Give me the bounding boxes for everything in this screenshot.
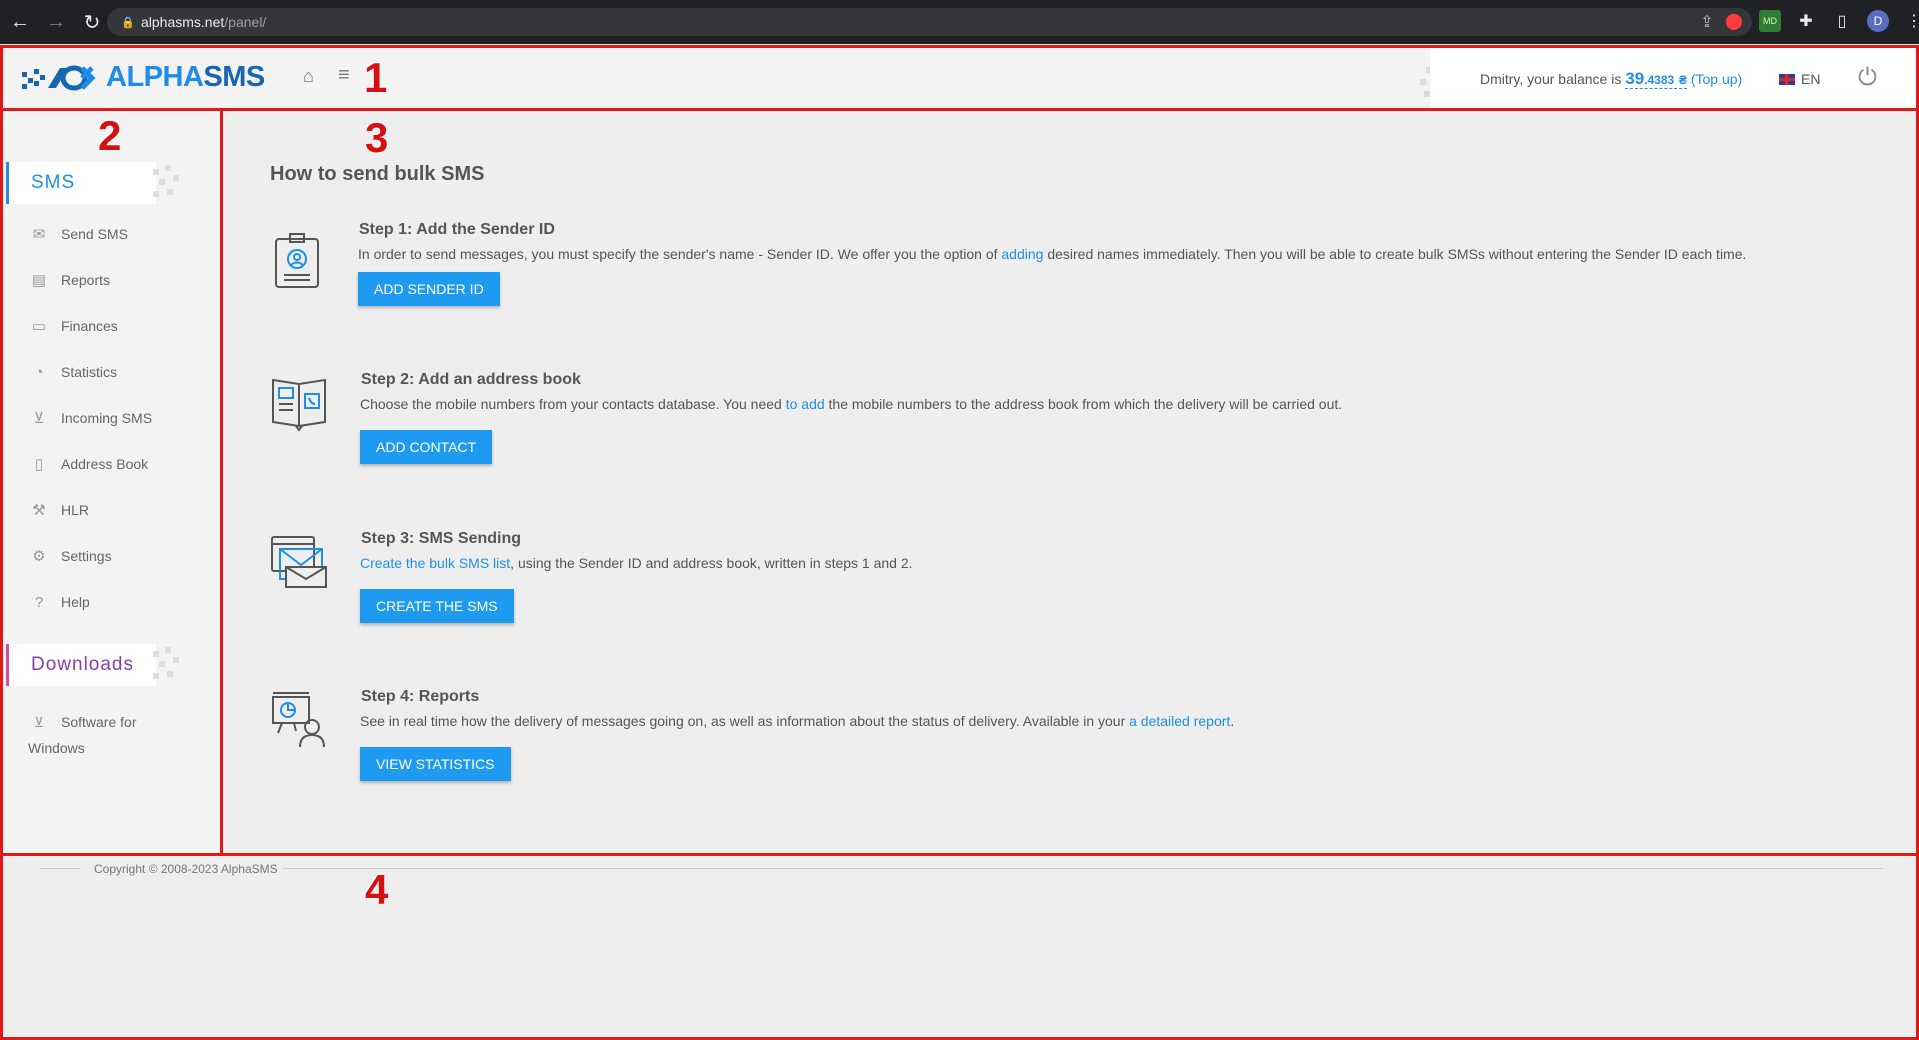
side-panel-icon[interactable]: ▯ — [1831, 10, 1853, 32]
browser-toolbar: ← → ↻ 🔒 alphasms.net/panel/ ⇪ ☆ ⬤ MD ✚ ▯… — [0, 0, 1919, 44]
annotation-number-2: 2 — [98, 112, 122, 159]
annotation-number-4: 4 — [365, 866, 389, 913]
annotation-frame-1 — [0, 45, 1919, 111]
extension-shield-icon[interactable]: ⬤ — [1723, 10, 1745, 32]
annotation-frame-3 — [220, 108, 1919, 856]
puzzle-icon[interactable]: ✚ — [1795, 10, 1817, 32]
lock-icon: 🔒 — [121, 17, 135, 29]
forward-icon[interactable]: → — [40, 6, 72, 38]
reload-icon[interactable]: ↻ — [76, 6, 108, 38]
annotation-number-1: 1 — [364, 54, 388, 101]
back-icon[interactable]: ← — [4, 6, 36, 38]
url-text: alphasms.net/panel/ — [141, 14, 267, 30]
annotation-frame-2 — [0, 108, 223, 856]
profile-avatar[interactable]: D — [1867, 10, 1889, 32]
address-bar[interactable]: 🔒 alphasms.net/panel/ ⇪ ☆ — [107, 8, 1752, 36]
annotation-number-3: 3 — [365, 114, 389, 161]
extension-badge-icon[interactable]: MD — [1759, 10, 1781, 32]
annotation-frame-4 — [0, 853, 1919, 1040]
kebab-menu-icon[interactable]: ⋮ — [1903, 10, 1919, 32]
share-icon[interactable]: ⇪ — [1700, 12, 1713, 32]
